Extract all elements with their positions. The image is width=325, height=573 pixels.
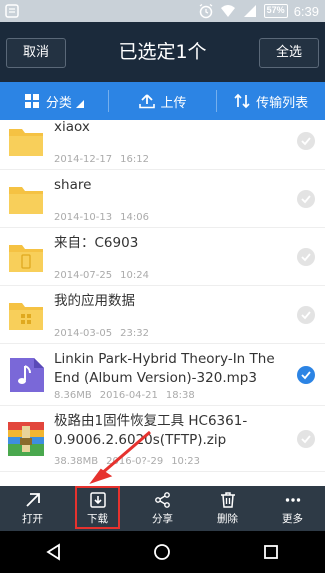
clock: 6:39 [293, 3, 319, 19]
folder-icon [9, 186, 43, 214]
select-checkbox-checked[interactable] [297, 365, 315, 384]
list-item[interactable]: 来自：C6903 2014-07-25 10:24 [0, 228, 325, 286]
select-all-button[interactable]: 全选 [259, 38, 319, 68]
signal-icon [243, 5, 256, 17]
cancel-button[interactable]: 取消 [6, 38, 66, 68]
file-date: 2014-12-17 [54, 154, 113, 165]
file-time: 14:06 [120, 212, 149, 223]
more-label: 更多 [282, 513, 303, 525]
file-list[interactable]: xiaox 2014-12-17 16:12 share 2014-10-13 14… [0, 120, 325, 486]
open-label: 打开 [22, 513, 43, 525]
dropdown-triangle-icon [75, 100, 84, 108]
recents-icon[interactable] [261, 542, 281, 562]
file-date: 2014-07-25 [54, 270, 113, 281]
list-item[interactable]: 极路由1固件恢复工具 HC6361-0.9006.2.6020s(TFTP).z… [0, 406, 325, 472]
file-name: 极路由1固件恢复工具 HC6361-0.9006.2.6020s(TFTP).z… [54, 413, 248, 448]
app-notification-icon [5, 4, 19, 18]
file-meta: 2014-10-13 14:06 [54, 212, 157, 223]
file-meta: 2014-07-25 10:24 [54, 270, 157, 281]
share-button[interactable]: 分享 [130, 486, 195, 531]
file-size: 8.36MB [54, 390, 92, 401]
check-icon [301, 434, 311, 443]
delete-button[interactable]: 删除 [195, 486, 260, 531]
select-checkbox[interactable] [297, 429, 315, 448]
file-name: 我的应用数据 [54, 293, 135, 309]
check-icon [301, 310, 311, 319]
file-meta: 8.36MB 2016-04-21 18:38 [54, 390, 203, 401]
list-item[interactable]: xiaox 2014-12-17 16:12 [0, 120, 325, 170]
file-name: xiaox [54, 120, 90, 135]
action-tabs: 分类 上传 传输列表 [0, 82, 325, 120]
tab-category[interactable]: 分类 [0, 82, 108, 120]
file-date: 2014-10-13 [54, 212, 113, 223]
trash-icon [220, 492, 235, 508]
share-icon [154, 492, 170, 508]
list-item[interactable]: share 2014-10-13 14:06 [0, 170, 325, 228]
check-icon [301, 370, 311, 379]
share-label: 分享 [152, 513, 173, 525]
file-time: 10:23 [171, 456, 201, 467]
download-icon [89, 492, 106, 508]
delete-label: 删除 [217, 513, 238, 525]
file-date: 2016-0?-29 [106, 456, 164, 467]
alarm-icon [199, 3, 213, 19]
tab-upload-label: 上传 [160, 95, 187, 111]
back-icon[interactable] [44, 542, 64, 562]
file-time: 23:32 [120, 328, 149, 339]
system-nav-bar [0, 531, 325, 573]
archive-file-icon [8, 421, 44, 456]
download-button[interactable]: 下载 [65, 486, 130, 531]
download-label: 下载 [87, 513, 108, 525]
bottom-action-bar: 打开 下载 分享 删除 更多 [0, 486, 325, 531]
tab-category-label: 分类 [45, 95, 72, 111]
list-item[interactable]: 我的应用数据 2014-03-05 23:32 [0, 286, 325, 344]
open-arrow-icon [25, 493, 40, 507]
more-icon [285, 498, 300, 502]
select-checkbox[interactable] [297, 189, 315, 208]
check-icon [301, 252, 311, 261]
file-size: 38.38MB [54, 456, 99, 467]
tab-transfer-list-label: 传输列表 [256, 95, 309, 111]
file-name: Linkin Park-Hybrid Theory-In The End (Al… [54, 351, 275, 386]
file-meta: 2014-12-17 16:12 [54, 154, 157, 165]
upload-icon [138, 94, 155, 109]
selection-header: 取消 已选定1个 全选 [0, 22, 325, 82]
open-button[interactable]: 打开 [0, 486, 65, 531]
grid-icon [24, 94, 39, 108]
home-icon[interactable] [152, 542, 172, 562]
select-checkbox[interactable] [297, 305, 315, 324]
device-folder-icon [9, 244, 43, 272]
file-meta: 38.38MB 2016-0?-29 10:23 [54, 456, 208, 467]
page-title: 已选定1个 [118, 41, 207, 63]
file-name: 来自：C6903 [54, 235, 139, 251]
music-file-icon [10, 357, 44, 392]
tab-transfer-list[interactable]: 传输列表 [217, 82, 325, 120]
folder-icon [9, 128, 43, 156]
transfer-icon [234, 93, 250, 109]
select-checkbox[interactable] [297, 247, 315, 266]
app-folder-icon [9, 302, 43, 330]
file-date: 2016-04-21 [99, 390, 158, 401]
file-time: 10:24 [120, 270, 149, 281]
battery-level: 57% [263, 4, 288, 18]
list-item[interactable]: Linkin Park-Hybrid Theory-In The End (Al… [0, 344, 325, 406]
file-time: 18:38 [165, 390, 195, 401]
check-icon [301, 136, 311, 145]
file-meta: 2014-03-05 23:32 [54, 328, 157, 339]
file-name: share [54, 177, 92, 193]
file-date: 2014-03-05 [54, 328, 113, 339]
check-icon [301, 194, 311, 203]
more-button[interactable]: 更多 [260, 486, 325, 531]
file-time: 16:12 [120, 154, 149, 165]
select-checkbox[interactable] [297, 131, 315, 150]
wifi-icon [220, 5, 235, 17]
status-bar: 57% 6:39 [0, 0, 325, 22]
tab-upload[interactable]: 上传 [109, 82, 217, 120]
